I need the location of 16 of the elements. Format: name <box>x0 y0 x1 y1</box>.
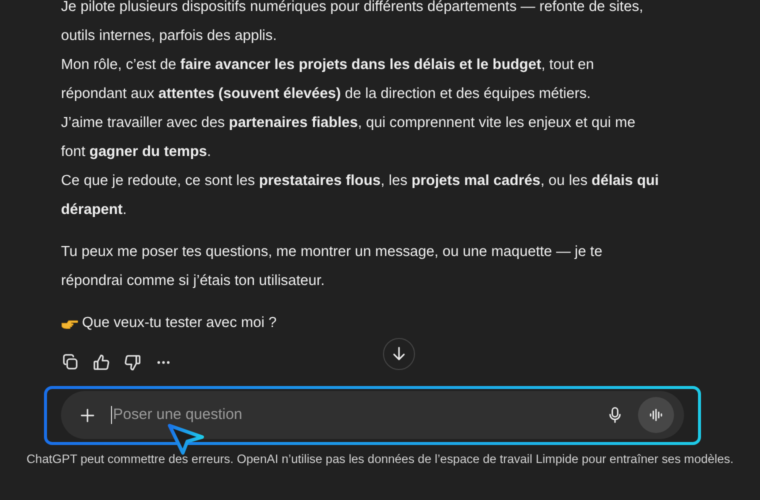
disclaimer-text: ChatGPT peut commettre des erreurs. OpenAI n’utilise pas les données de l’espace de travail Limpide pour entraîner ses modèles. <box>25 452 735 466</box>
message-text: J’aime travailler avec des partenaires fiables, qui comprennent vite les enjeux et qui me font gagner du temps. <box>61 114 636 162</box>
plus-icon[interactable] <box>79 406 96 424</box>
thumbs-up-icon[interactable] <box>92 352 111 372</box>
question-field[interactable]: Poser une question <box>61 391 684 439</box>
message-text: Je pilote plusieurs dispositifs numériques pour différents départements — refonte de sites, outils internes, parfois des applis. <box>61 0 644 46</box>
pointing-hand-icon <box>61 318 78 330</box>
copy-icon[interactable] <box>61 352 80 372</box>
message-text: Ce que je redoute, ce sont les prestataires flous, les projets mal cadrés, ou les délais qui dérapent. <box>61 172 659 220</box>
voice-mode-button[interactable] <box>638 397 674 433</box>
message-text: Mon rôle, c’est de faire avancer les projets dans les délais et le budget, tout en répondant aux attentes (souvent élevées) de la direction et des équipes métiers. <box>61 56 595 104</box>
waveform-icon <box>647 406 665 424</box>
message-text: Que veux-tu tester avec moi ? <box>82 314 277 333</box>
message-text: Tu peux me poser tes questions, me montrer un message, ou une maquette — je te répondrai comme si j’étais ton utilisateur. <box>61 243 604 291</box>
scroll-down-button[interactable] <box>383 338 415 370</box>
thumbs-down-icon[interactable] <box>123 352 142 372</box>
